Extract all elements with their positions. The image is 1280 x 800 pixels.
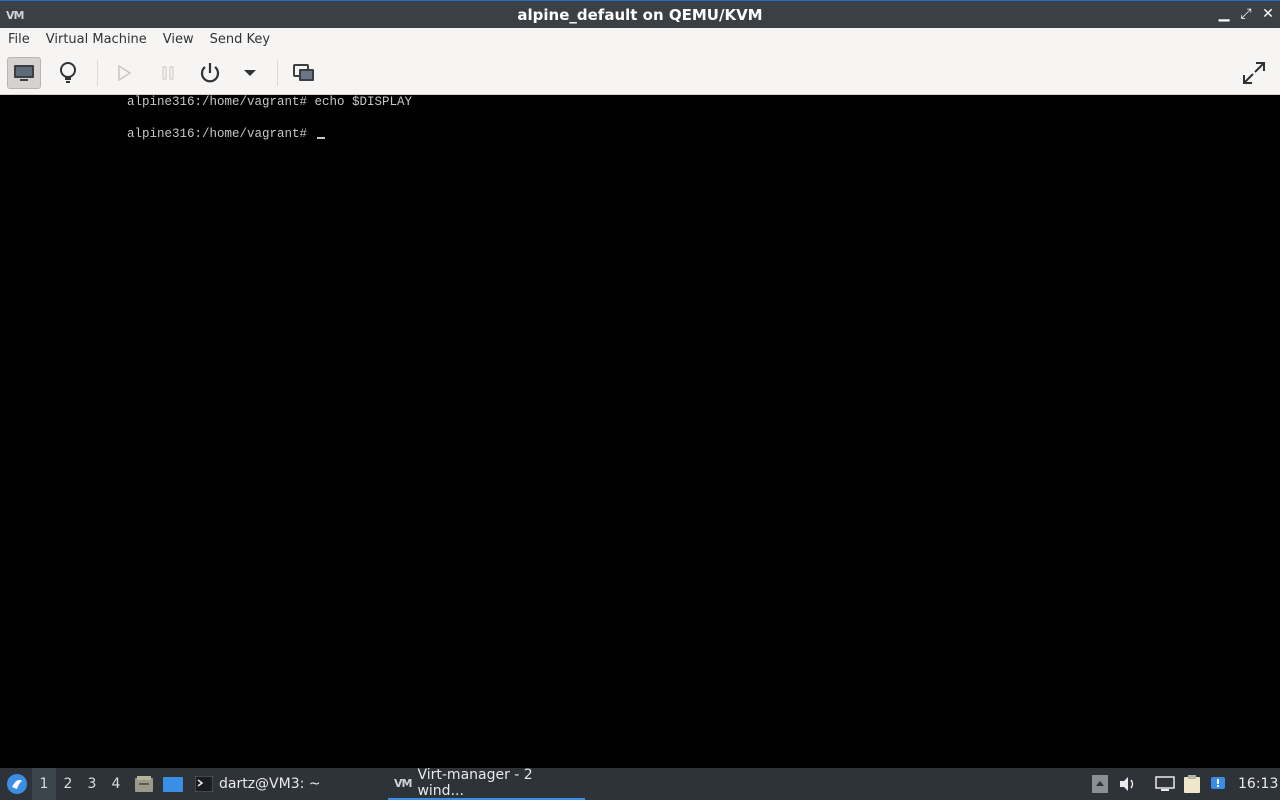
details-view-button[interactable]	[51, 57, 85, 89]
window-title: alpine_default on QEMU/KVM	[517, 5, 763, 24]
menu-view[interactable]: View	[155, 28, 202, 52]
notification-icon	[1211, 777, 1225, 789]
lightbulb-icon	[60, 62, 76, 83]
taskbar: 1 2 3 4 dartz@VM3: ~ VM Virt-manager - 2…	[0, 767, 1280, 800]
minimize-button[interactable]: ▁	[1218, 5, 1230, 23]
clipboard-button[interactable]	[1182, 768, 1202, 800]
virt-manager-app-icon: VM	[6, 9, 24, 22]
dropdown-arrow-icon	[244, 70, 256, 76]
console-view-button[interactable]	[7, 57, 41, 89]
virt-manager-icon: VM	[394, 776, 412, 790]
desktop-icon	[163, 777, 183, 792]
monitor-icon	[14, 65, 34, 81]
workspace-2[interactable]: 2	[56, 768, 80, 800]
vm-console-display[interactable]: alpine316:/home/vagrant# echo $DISPLAY a…	[0, 95, 1280, 768]
console-prompt: alpine316:/home/vagrant#	[127, 127, 315, 141]
console-prompt-line: alpine316:/home/vagrant#	[127, 127, 325, 141]
volume-icon	[1120, 777, 1134, 791]
toolbar-separator	[97, 60, 98, 86]
clock[interactable]: 16:13	[1238, 768, 1278, 800]
quicklaunch-show-desktop[interactable]	[161, 768, 185, 800]
task-virt-manager[interactable]: VM Virt-manager - 2 wind...	[388, 767, 585, 800]
task-terminal[interactable]: dartz@VM3: ~	[189, 768, 327, 800]
fullscreen-button[interactable]	[1237, 57, 1271, 89]
run-button[interactable]	[107, 57, 141, 89]
maximize-button[interactable]: ⤢	[1240, 5, 1252, 23]
power-icon	[200, 63, 220, 83]
lxqt-logo-icon	[7, 774, 27, 794]
fullscreen-icon	[1243, 62, 1265, 84]
tray-arrow-icon	[1092, 775, 1108, 793]
tray-expand-button[interactable]	[1090, 768, 1110, 800]
snapshots-button[interactable]	[287, 57, 321, 89]
volume-button[interactable]	[1118, 768, 1138, 800]
file-manager-icon	[135, 776, 153, 792]
task-label: dartz@VM3: ~	[219, 776, 321, 792]
toolbar	[0, 52, 1280, 95]
window-controls: ▁ ⤢ ✕	[1218, 5, 1274, 23]
toolbar-separator	[277, 60, 278, 86]
workspace-1[interactable]: 1	[32, 768, 56, 800]
network-button[interactable]	[1155, 768, 1175, 800]
workspace-3[interactable]: 3	[80, 768, 104, 800]
menu-virtual-machine[interactable]: Virtual Machine	[38, 28, 155, 52]
menu-send-key[interactable]: Send Key	[202, 28, 278, 52]
text-cursor	[316, 137, 325, 139]
clipboard-icon	[1184, 775, 1200, 793]
console-line: alpine316:/home/vagrant# echo $DISPLAY	[127, 95, 413, 109]
menu-file[interactable]: File	[0, 28, 38, 52]
start-menu-button[interactable]	[4, 768, 30, 800]
workspace-4[interactable]: 4	[104, 768, 128, 800]
menubar: File Virtual Machine View Send Key	[0, 28, 1280, 52]
quicklaunch-file-manager[interactable]	[133, 768, 155, 800]
shutdown-menu-button[interactable]	[233, 57, 267, 89]
pause-icon	[162, 66, 174, 80]
terminal-icon	[195, 776, 213, 792]
task-label: Virt-manager - 2 wind...	[417, 767, 533, 799]
notification-button[interactable]	[1208, 768, 1228, 800]
pause-button[interactable]	[151, 57, 185, 89]
play-icon	[118, 64, 132, 82]
shutdown-button[interactable]	[193, 57, 227, 89]
network-icon	[1155, 776, 1175, 791]
snapshots-icon	[293, 64, 314, 81]
close-button[interactable]: ✕	[1262, 5, 1274, 23]
window-titlebar: VM alpine_default on QEMU/KVM ▁ ⤢ ✕	[0, 0, 1280, 28]
